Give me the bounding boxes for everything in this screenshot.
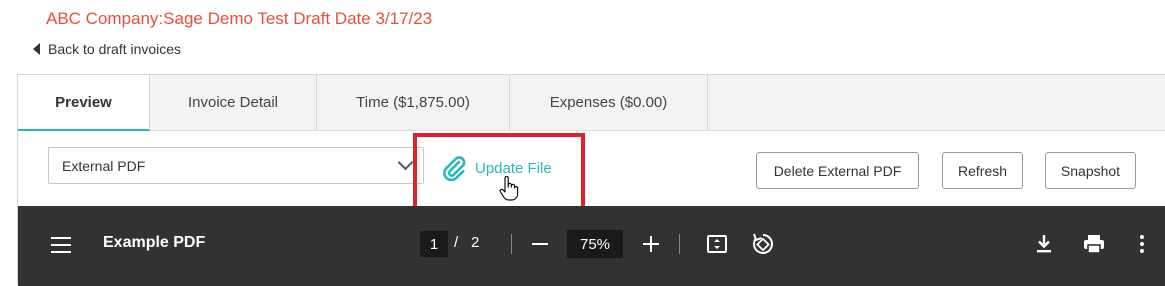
total-pages: 2 [471, 234, 480, 251]
back-to-draft-invoices-link[interactable]: Back to draft invoices [33, 41, 181, 57]
back-link-label: Back to draft invoices [48, 41, 182, 57]
fit-page-icon[interactable] [706, 233, 728, 255]
pdf-viewer-toolbar: Example PDF 1 / 2 75% [18, 206, 1165, 286]
delete-external-pdf-button[interactable]: Delete External PDF [756, 152, 919, 189]
caret-left-icon [33, 43, 40, 55]
page-separator: / [454, 234, 459, 251]
chevron-down-icon [397, 154, 414, 171]
page-title: ABC Company:Sage Demo Test Draft Date 3/… [46, 9, 433, 28]
pdf-document-title: Example PDF [103, 234, 206, 251]
hand-cursor-icon [499, 176, 519, 201]
tab-bar: Preview Invoice Detail Time ($1,875.00) … [18, 75, 1165, 131]
zoom-in-icon[interactable] [641, 232, 661, 256]
tab-expenses[interactable]: Expenses ($0.00) [510, 75, 708, 130]
invoice-panel: Preview Invoice Detail Time ($1,875.00) … [17, 74, 1165, 286]
toolbar-divider [511, 234, 512, 254]
download-icon[interactable] [1034, 233, 1054, 255]
tab-invoice-detail[interactable]: Invoice Detail [150, 75, 317, 130]
file-type-select[interactable]: External PDF [48, 147, 424, 184]
rotate-icon[interactable] [751, 231, 775, 257]
zoom-out-icon[interactable] [530, 232, 550, 256]
more-vertical-icon[interactable] [1138, 233, 1146, 255]
file-type-select-value: External PDF [62, 157, 146, 174]
menu-icon[interactable] [51, 237, 71, 253]
current-page-input[interactable]: 1 [420, 231, 448, 257]
snapshot-button[interactable]: Snapshot [1045, 152, 1136, 189]
toolbar-divider [679, 234, 680, 254]
print-icon[interactable] [1082, 233, 1106, 255]
tab-preview[interactable]: Preview [18, 75, 150, 131]
refresh-button[interactable]: Refresh [942, 152, 1023, 189]
tab-time[interactable]: Time ($1,875.00) [317, 75, 510, 130]
zoom-level-input[interactable]: 75% [567, 230, 623, 258]
